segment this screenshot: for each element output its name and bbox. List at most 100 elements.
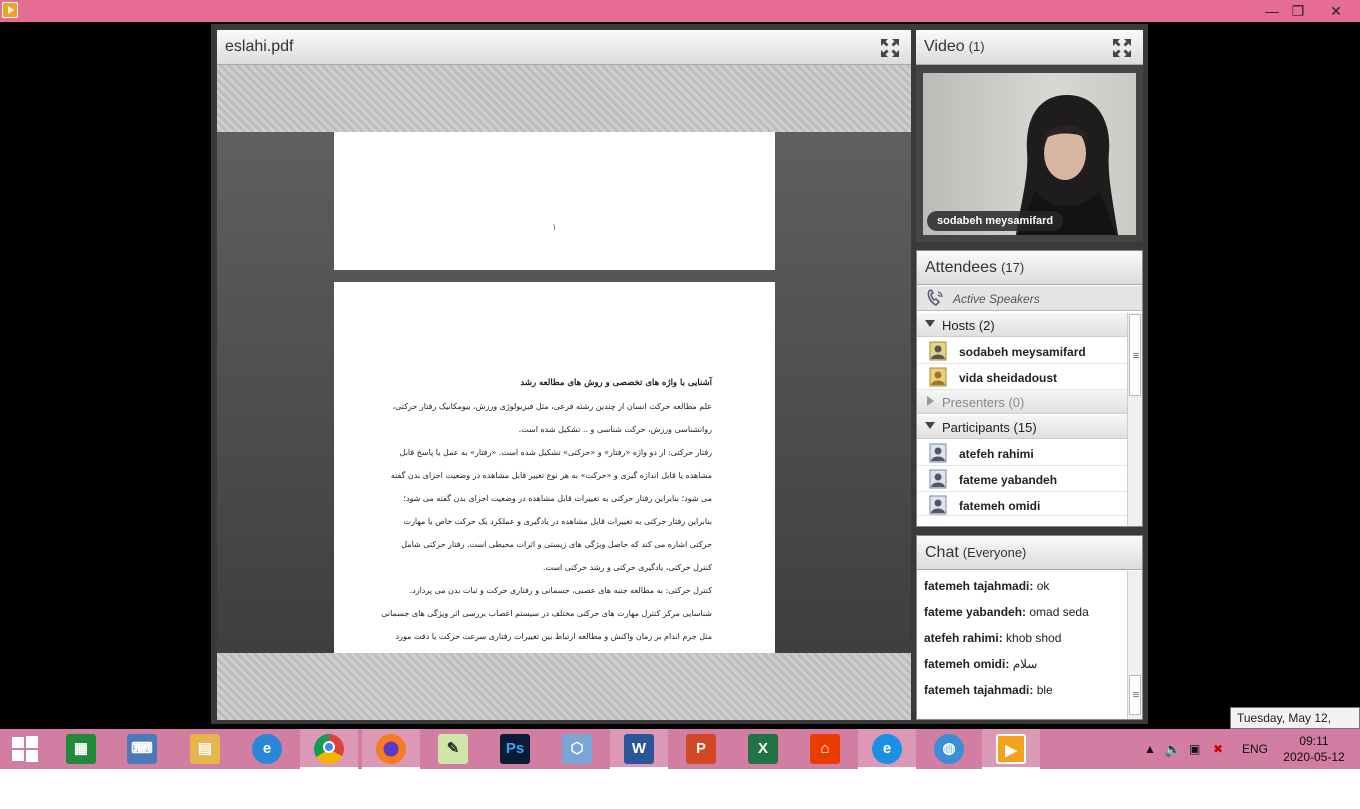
presenters-label: Presenters (0)	[942, 395, 1025, 410]
window-title-bar: — ❐ ✕	[0, 0, 1360, 22]
presenters-group-header[interactable]: Presenters (0)	[917, 390, 1127, 414]
taskbar-file-explorer[interactable]: ▤	[176, 729, 234, 769]
chat-text: omad seda	[1029, 605, 1089, 619]
chat-scrollbar[interactable]	[1127, 571, 1142, 719]
document-title: eslahi.pdf	[225, 38, 294, 55]
clock-time: 09:11	[1299, 734, 1329, 748]
attendees-title-bar: Attendees (17)	[917, 251, 1142, 285]
collapse-icon	[925, 422, 935, 429]
app-icon[interactable]	[2, 2, 18, 18]
page-line: کنترل حرکتی، یادگیری حرکتی و رشد حرکتی ا…	[542, 563, 712, 572]
word-icon: W	[624, 734, 654, 764]
chat-sender: fatemeh tajahmadi:	[924, 579, 1034, 593]
chat-pane: Chat (Everyone) fatemeh tajahmadi: ok fat…	[916, 535, 1143, 720]
attendee-name: atefeh rahimi	[959, 447, 1034, 461]
attendees-scrollbar[interactable]	[1127, 313, 1142, 526]
calculator-icon: ▦	[66, 734, 96, 764]
attendee-row[interactable]: sodabeh meysamifard	[917, 338, 1127, 364]
keyboard-icon: ⌨	[127, 734, 157, 764]
fullscreen-icon[interactable]	[880, 38, 900, 58]
taskbar-network-globe[interactable]: ◍	[920, 729, 978, 769]
restore-button[interactable]: ❐	[1282, 0, 1314, 22]
pdf-page-2: آشنایی با واژه های تخصصی و روش های مطالع…	[334, 282, 775, 653]
chat-text: ok	[1036, 579, 1050, 593]
page-line: بنابراین رفتار حرکتی به تغییرات قابل مشا…	[403, 517, 712, 526]
attendee-name: fatemeh omidi	[959, 499, 1041, 513]
language-indicator[interactable]: ENG	[1242, 729, 1268, 769]
chat-text: سلام	[1012, 657, 1038, 671]
participants-group-header[interactable]: Participants (15)	[917, 415, 1127, 439]
page-heading: آشنایی با واژه های تخصصی و روش های مطالع…	[520, 378, 712, 388]
scrollbar-thumb[interactable]	[1129, 314, 1141, 396]
page-line: روانشناسی ورزش، حرکت شناسی و .. تشکیل شد…	[518, 425, 712, 434]
document-background-top	[217, 65, 911, 132]
collapse-icon	[925, 320, 935, 327]
taskbar-powerpoint[interactable]: P	[672, 729, 730, 769]
attendee-row[interactable]: vida sheidadoust	[917, 364, 1127, 390]
chat-sender: fatemeh omidi:	[924, 657, 1010, 671]
notepad-icon: ✎	[438, 734, 468, 764]
taskbar-calculator[interactable]: ▦	[52, 729, 110, 769]
taskbar-word[interactable]: W	[610, 729, 668, 769]
attendees-count: (17)	[1001, 260, 1025, 275]
page-line: رفتار حرکتی: از دو واژه «رفتار» و «حرکتی…	[399, 448, 712, 457]
excel-icon: X	[748, 734, 778, 764]
windows-icon	[12, 736, 38, 762]
participant-user-icon	[929, 469, 947, 489]
document-title-bar: eslahi.pdf	[217, 30, 911, 65]
page-line: علم مطالعه حرکت انسان از چندین رشته فرعی…	[392, 402, 712, 411]
scrollbar-thumb[interactable]	[1129, 675, 1141, 715]
hosts-group-header[interactable]: Hosts (2)	[917, 313, 1127, 337]
taskbar-3d-app[interactable]: ⬡	[548, 729, 606, 769]
system-clock[interactable]: 09:11 2020-05-12	[1282, 733, 1346, 765]
close-button[interactable]: ✕	[1318, 0, 1354, 22]
volume-icon[interactable]: 🔈	[1164, 729, 1181, 769]
chat-messages: fatemeh tajahmadi: ok fateme yabandeh: o…	[917, 571, 1127, 719]
attendee-row[interactable]: fatemeh omidi	[917, 492, 1127, 516]
video-count: (1)	[968, 39, 985, 54]
taskbar-excel[interactable]: X	[734, 729, 792, 769]
show-hidden-icons[interactable]: ▲	[1144, 729, 1156, 769]
taskbar-internet-explorer[interactable]: e	[238, 729, 296, 769]
office-icon: ⌂	[810, 734, 840, 764]
start-button[interactable]	[0, 729, 58, 769]
taskbar-office[interactable]: ⌂	[796, 729, 854, 769]
attendees-title: Attendees	[925, 259, 998, 276]
document-viewer[interactable]: ۱ آشنایی با واژه های تخصصی و روش های مطا…	[217, 132, 911, 653]
attendee-name: vida sheidadoust	[959, 371, 1058, 385]
host-user-icon	[929, 341, 947, 361]
attendee-row[interactable]: fateme yabandeh	[917, 466, 1127, 492]
clock-date: 2020-05-12	[1283, 750, 1345, 764]
taskbar-edge[interactable]: e	[858, 729, 916, 769]
chat-sender: fateme yabandeh:	[924, 605, 1027, 619]
date-tooltip: Tuesday, May 12, 2020	[1230, 707, 1360, 745]
network-icon[interactable]: ▣	[1189, 729, 1200, 769]
taskbar-keyboard[interactable]: ⌨	[113, 729, 171, 769]
chat-text: ble	[1036, 683, 1053, 697]
chat-message: atefeh rahimi: khob shod	[924, 629, 1127, 655]
attendee-name: fateme yabandeh	[959, 473, 1058, 487]
chat-message: fateme yabandeh: omad seda	[924, 603, 1127, 629]
page-line: مشاهده یا قابل اندازه گیری و «حرکت» به ه…	[390, 471, 712, 480]
speaker-name-tag: sodabeh meysamifard	[927, 211, 1064, 231]
fullscreen-icon[interactable]	[1112, 38, 1132, 58]
taskbar-photoshop[interactable]: Ps	[486, 729, 544, 769]
video-feed[interactable]: sodabeh meysamifard	[923, 73, 1136, 235]
powerpoint-icon: P	[686, 734, 716, 764]
page-line: می شود؛ بنابراین رفتار حرکتی به تغییرات …	[403, 494, 712, 503]
chat-sender: atefeh rahimi:	[924, 631, 1003, 645]
internet-explorer-icon: e	[252, 734, 282, 764]
pdf-page-1: ۱	[334, 132, 775, 270]
folder-icon: ▤	[190, 734, 220, 764]
taskbar-meeting-app[interactable]: ▶	[982, 729, 1040, 769]
taskbar-chrome[interactable]	[300, 729, 358, 769]
firefox-icon	[376, 734, 406, 764]
photoshop-icon: Ps	[500, 734, 530, 764]
taskbar-notepad[interactable]: ✎	[424, 729, 482, 769]
action-center-icon[interactable]: ✖	[1213, 729, 1223, 769]
attendee-row[interactable]: atefeh rahimi	[917, 440, 1127, 466]
taskbar-firefox[interactable]	[362, 729, 420, 769]
page-line: کنترل حرکتی: به مطالعه جنبه های عصبی، جس…	[409, 586, 712, 595]
page-line: حرکتی اشاره می کند که حاصل ویژگی های زیس…	[401, 540, 712, 549]
screen-bottom	[0, 769, 1360, 809]
